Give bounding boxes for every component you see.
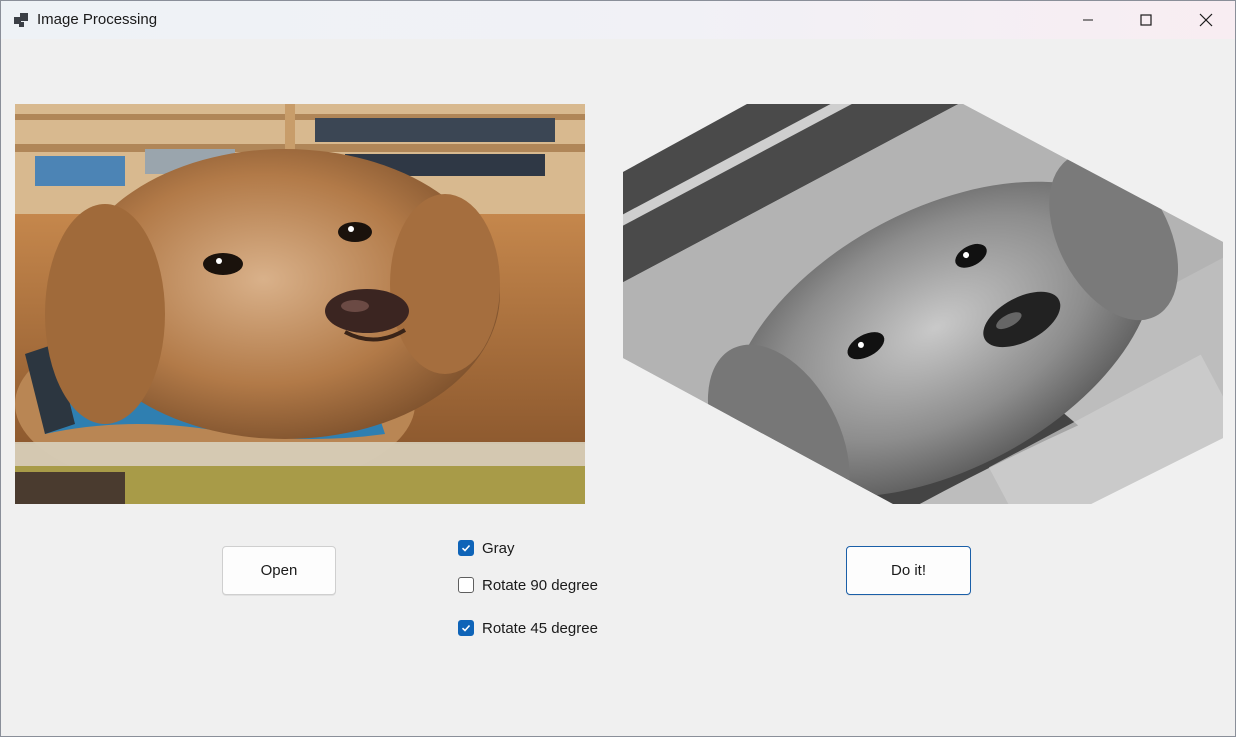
do-it-button[interactable]: Do it! bbox=[846, 546, 971, 595]
rotate-90-label: Rotate 90 degree bbox=[482, 576, 598, 594]
app-window: Image Processing Open Gray Rotate 90 deg… bbox=[0, 0, 1236, 737]
close-button[interactable] bbox=[1177, 1, 1235, 39]
gray-label: Gray bbox=[482, 539, 515, 557]
close-icon bbox=[1199, 13, 1213, 27]
app-icon bbox=[14, 13, 28, 27]
gray-checkbox[interactable] bbox=[458, 540, 474, 556]
processed-image bbox=[623, 104, 1223, 504]
rotate-90-checkbox[interactable] bbox=[458, 577, 474, 593]
open-button[interactable]: Open bbox=[222, 546, 336, 595]
original-image bbox=[15, 104, 585, 504]
minimize-icon bbox=[1083, 19, 1093, 21]
maximize-icon bbox=[1140, 14, 1152, 26]
dog-photo-gray-rotated bbox=[623, 104, 1223, 504]
rotate-45-label: Rotate 45 degree bbox=[482, 619, 598, 637]
minimize-button[interactable] bbox=[1059, 1, 1117, 39]
maximize-button[interactable] bbox=[1117, 1, 1175, 39]
option-rotate-45[interactable]: Rotate 45 degree bbox=[458, 618, 598, 638]
dog-photo-color bbox=[15, 104, 585, 504]
title-bar[interactable]: Image Processing bbox=[1, 1, 1235, 39]
rotate-45-checkbox[interactable] bbox=[458, 620, 474, 636]
option-rotate-90[interactable]: Rotate 90 degree bbox=[458, 575, 598, 595]
window-title: Image Processing bbox=[37, 11, 158, 28]
option-gray[interactable]: Gray bbox=[458, 538, 515, 558]
checkmark-icon bbox=[461, 544, 471, 552]
checkmark-icon bbox=[461, 624, 471, 632]
